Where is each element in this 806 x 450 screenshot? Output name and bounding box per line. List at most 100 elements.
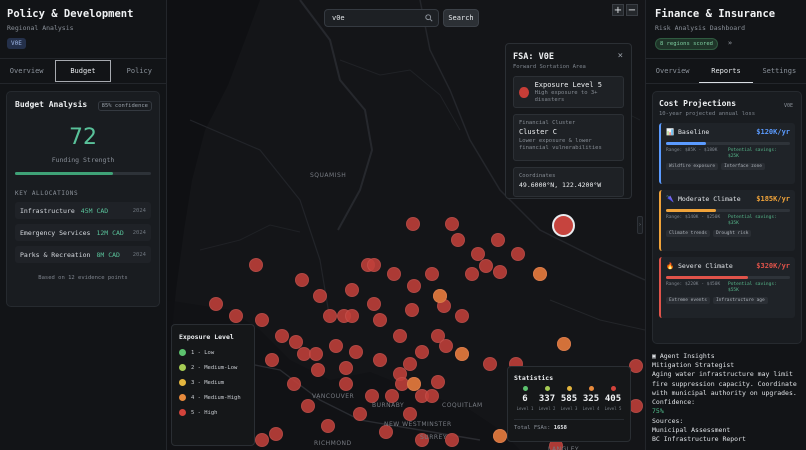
cluster-desc: Lower exposure & lower financial vulnera… xyxy=(519,138,602,151)
stat-level: 337 Level 2 xyxy=(536,386,558,411)
exposure-marker[interactable] xyxy=(353,407,367,421)
exposure-marker[interactable] xyxy=(339,361,353,375)
tab-reports[interactable]: Reports xyxy=(699,59,753,83)
allocation-row: Parks & Recreation 8M CAD 2024 xyxy=(15,246,151,263)
exposure-marker[interactable] xyxy=(275,329,289,343)
exposure-marker[interactable] xyxy=(339,377,353,391)
exposure-marker[interactable] xyxy=(323,309,337,323)
scenario-card: 📊 Baseline $120K/yr Range: $85K - $180K P… xyxy=(659,123,795,184)
allocation-name: Parks & Recreation xyxy=(20,250,91,259)
right-panel-collapse-handle[interactable]: › xyxy=(637,216,643,234)
stat-level-dot xyxy=(566,386,572,391)
scenario-bar-fill xyxy=(666,276,748,279)
exposure-marker[interactable] xyxy=(431,375,445,389)
right-panel-title: Finance & Insurance xyxy=(655,8,776,20)
exposure-marker[interactable] xyxy=(439,339,453,353)
insights-confidence-value: 75% xyxy=(652,407,664,416)
exposure-marker[interactable] xyxy=(387,267,401,281)
exposure-marker[interactable] xyxy=(511,247,525,261)
search-icon xyxy=(425,14,433,22)
exposure-marker[interactable] xyxy=(309,347,323,361)
exposure-marker[interactable] xyxy=(407,377,421,391)
exposure-marker[interactable] xyxy=(329,339,343,353)
tab-settings[interactable]: Settings xyxy=(753,59,806,83)
exposure-marker[interactable] xyxy=(455,309,469,323)
exposure-marker[interactable] xyxy=(269,427,283,441)
tab-budget[interactable]: Budget xyxy=(55,60,111,82)
exposure-marker[interactable] xyxy=(465,267,479,281)
exposure-marker[interactable] xyxy=(365,389,379,403)
exposure-marker[interactable] xyxy=(345,309,359,323)
exposure-marker[interactable] xyxy=(295,273,309,287)
exposure-marker[interactable] xyxy=(629,359,643,373)
exposure-marker[interactable] xyxy=(313,289,327,303)
exposure-marker[interactable] xyxy=(393,329,407,343)
scenario-card: 🌂 Moderate Climate $185K/yr Range: $140K… xyxy=(659,190,795,251)
cluster-key: Financial Cluster xyxy=(519,120,576,126)
scenario-bar xyxy=(666,209,790,212)
exposure-marker[interactable] xyxy=(321,419,335,433)
legend-swatch xyxy=(179,349,186,356)
close-icon[interactable]: × xyxy=(618,51,623,61)
stat-level-count: 405 xyxy=(604,394,622,404)
selected-fsa-marker[interactable] xyxy=(552,214,575,237)
exposure-marker[interactable] xyxy=(493,429,507,443)
exposure-marker[interactable] xyxy=(425,267,439,281)
exposure-marker[interactable] xyxy=(373,313,387,327)
cluster-box: Financial Cluster Cluster C Lower exposu… xyxy=(513,114,624,161)
exposure-marker[interactable] xyxy=(425,389,439,403)
exposure-marker[interactable] xyxy=(255,313,269,327)
legend-item: 3 - Medium xyxy=(179,379,247,386)
search-button[interactable]: Search xyxy=(443,9,479,27)
exposure-marker[interactable] xyxy=(483,357,497,371)
exposure-marker[interactable] xyxy=(405,303,419,317)
tab-policy[interactable]: Policy xyxy=(113,59,166,83)
stat-level-label: Level 1 xyxy=(516,406,534,411)
exposure-marker[interactable] xyxy=(445,433,459,447)
exposure-marker[interactable] xyxy=(493,265,507,279)
fsa-title: FSA: V0E xyxy=(513,52,554,62)
exposure-marker[interactable] xyxy=(407,279,421,293)
exposure-marker[interactable] xyxy=(265,353,279,367)
exposure-marker[interactable] xyxy=(301,399,315,413)
fsa-subtitle: Forward Sortation Area xyxy=(513,64,586,70)
stat-level-dot xyxy=(610,386,616,391)
agent-insights: ▣ Agent Insights Mitigation Strategist A… xyxy=(652,352,804,444)
exposure-marker[interactable] xyxy=(491,233,505,247)
legend-swatch xyxy=(179,364,186,371)
exposure-marker[interactable] xyxy=(415,345,429,359)
exposure-marker[interactable] xyxy=(229,309,243,323)
tab-overview-right[interactable]: Overview xyxy=(646,59,699,83)
scenario-icon: 🔥 xyxy=(666,262,675,270)
exposure-marker[interactable] xyxy=(557,337,571,351)
exposure-marker[interactable] xyxy=(533,267,547,281)
tab-overview[interactable]: Overview xyxy=(0,59,53,83)
exposure-marker[interactable] xyxy=(406,217,420,231)
search-input[interactable] xyxy=(324,9,439,27)
zoom-out-button[interactable]: − xyxy=(626,4,638,16)
expand-chevron-icon[interactable]: » xyxy=(728,39,732,47)
exposure-marker[interactable] xyxy=(311,363,325,377)
evidence-note: Based on 12 evidence points xyxy=(38,275,128,281)
exposure-marker[interactable] xyxy=(349,345,363,359)
exposure-marker[interactable] xyxy=(255,433,269,447)
exposure-marker[interactable] xyxy=(249,258,263,272)
exposure-marker[interactable] xyxy=(445,217,459,231)
exposure-marker[interactable] xyxy=(209,297,223,311)
exposure-marker[interactable] xyxy=(629,399,643,413)
exposure-marker[interactable] xyxy=(345,283,359,297)
exposure-marker[interactable] xyxy=(367,258,381,272)
exposure-marker[interactable] xyxy=(373,353,387,367)
exposure-marker[interactable] xyxy=(287,377,301,391)
exposure-marker[interactable] xyxy=(479,259,493,273)
exposure-marker[interactable] xyxy=(433,289,447,303)
scenario-savings: Potential savings: $55K xyxy=(728,282,777,294)
exposure-marker[interactable] xyxy=(385,389,399,403)
zoom-in-button[interactable]: + xyxy=(612,4,624,16)
exposure-marker[interactable] xyxy=(455,347,469,361)
exposure-marker[interactable] xyxy=(403,407,417,421)
scenario-bar xyxy=(666,276,790,279)
exposure-marker[interactable] xyxy=(367,297,381,311)
scenario-icon: 🌂 xyxy=(666,195,675,203)
exposure-marker[interactable] xyxy=(451,233,465,247)
